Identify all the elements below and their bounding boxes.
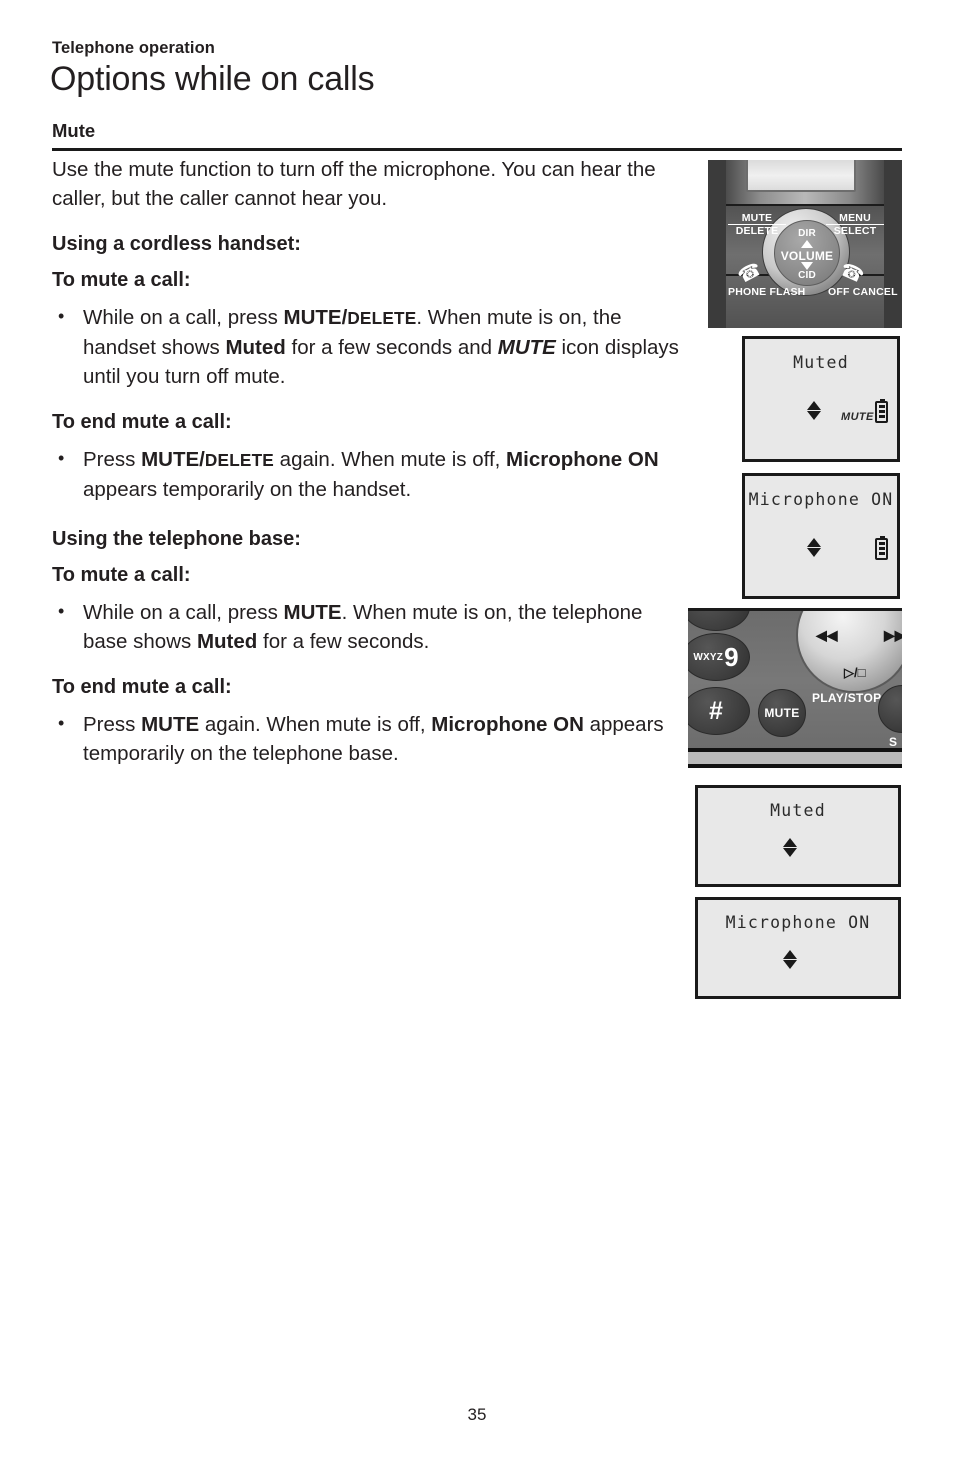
down-arrow-icon: [807, 411, 821, 420]
bullet-mute-base: While on a call, press MUTE. When mute i…: [52, 597, 692, 656]
running-head: Telephone operation: [52, 39, 215, 57]
up-arrow-icon: [783, 838, 797, 847]
label-line: DELETE: [735, 225, 779, 237]
fast-forward-icon: ▶▶: [884, 627, 902, 643]
bullet-text-part: While on a call, press: [83, 601, 284, 624]
bullet-text-part: Press: [83, 713, 142, 736]
label-line: FLASH: [769, 286, 806, 298]
screen-mute-indicator: MUTE: [841, 411, 874, 423]
page-title: Options while on calls: [50, 60, 375, 98]
handset-phone-flash-key-label: PHONE FLASH: [728, 286, 805, 298]
battery-icon: [875, 536, 888, 560]
cordless-handset-illustration: DIR VOLUME CID MUTE DELETE MENU SELECT ☎…: [708, 160, 902, 328]
play-stop-icon: ▷/□: [844, 665, 866, 680]
subhead-using-cordless-handset: Using a cordless handset:: [52, 233, 301, 255]
bullet-text-part: for a few seconds.: [257, 630, 430, 653]
display-word-microphone-on: Microphone ON: [431, 713, 584, 736]
key-mute-delete-small: DELETE: [204, 450, 274, 470]
bullet-mute-handset: While on a call, press MUTE/DELETE. When…: [52, 302, 692, 391]
up-arrow-icon: [807, 401, 821, 410]
screen-scroll-arrows-icon: [783, 950, 797, 969]
key-letters: WXYZ: [693, 651, 724, 663]
key-mute: MUTE: [141, 713, 200, 736]
down-arrow-icon: [783, 960, 797, 969]
screen-base-muted: Muted: [695, 785, 901, 887]
display-word-muted: Muted: [196, 630, 258, 653]
section-heading-mute: Mute: [52, 120, 96, 141]
bullet-text-part: for a few seconds and: [285, 336, 498, 359]
base-bottom-band: [688, 748, 902, 768]
up-arrow-icon: [783, 950, 797, 959]
label-line: OFF: [828, 286, 850, 298]
down-arrow-icon: [783, 848, 797, 857]
base-repeat-label: REPEAT: [780, 608, 792, 609]
handset-screen-partial: [746, 160, 856, 192]
display-word-muted: Muted: [225, 336, 286, 359]
screen-handset-muted: Muted MUTE: [742, 336, 900, 462]
bullet-text-part: appears temporarily on the handset.: [83, 478, 412, 501]
telephone-base-illustration: WXYZ9 # MUTE REPEAT ◀◀ ▶▶ ▷/□ PLAY/STOP …: [688, 608, 902, 766]
key-mute-delete-main: MUTE/: [283, 306, 348, 329]
label-line: MUTE: [728, 212, 786, 225]
screen-base-microphone-on: Microphone ON: [695, 897, 901, 999]
rewind-icon: ◀◀: [816, 627, 838, 643]
subhead-to-mute-a-call-handset: To mute a call:: [52, 269, 191, 291]
bullet-text-part: While on a call, press: [83, 306, 284, 329]
bullet-text-part: again. When mute is off,: [199, 713, 432, 736]
screen-text: Microphone ON: [725, 913, 871, 932]
key-label: MUTE: [764, 706, 800, 720]
subhead-using-telephone-base: Using the telephone base:: [52, 528, 301, 550]
down-arrow-icon: [807, 548, 821, 557]
base-play-stop-label: PLAY/STOP: [812, 691, 882, 705]
handset-menu-select-key-label: MENU SELECT: [826, 212, 884, 237]
key-mute-delete-small: DELETE: [347, 308, 417, 328]
page-number: 35: [467, 1405, 487, 1424]
label-line: PHONE: [728, 286, 767, 298]
intro-paragraph: Use the mute function to turn off the mi…: [52, 158, 656, 210]
handset-mute-delete-key-label: MUTE DELETE: [728, 212, 786, 237]
key-symbol: #: [709, 696, 723, 725]
bullet-text-part: again. When mute is off,: [273, 448, 507, 471]
base-partial-key-label: S: [889, 735, 898, 749]
icon-word-mute: MUTE: [497, 336, 556, 359]
key-mute: MUTE: [283, 601, 342, 624]
bullet-end-mute-base: Press MUTE again. When mute is off, Micr…: [52, 709, 692, 768]
screen-text: Muted: [793, 353, 849, 372]
subhead-to-end-mute-handset: To end mute a call:: [52, 411, 232, 433]
nav-down-arrow-icon: [801, 262, 813, 270]
up-arrow-icon: [807, 538, 821, 547]
screen-scroll-arrows-icon: [807, 538, 821, 557]
nav-cid-label: CID: [798, 270, 816, 281]
manual-page: Telephone operation Options while on cal…: [0, 0, 954, 1472]
subhead-to-end-mute-base: To end mute a call:: [52, 676, 232, 698]
screen-scroll-arrows-icon: [783, 838, 797, 857]
display-word-microphone-on: Microphone ON: [506, 448, 659, 471]
bullet-end-mute-handset: Press MUTE/DELETE again. When mute is of…: [52, 444, 692, 504]
key-number: 9: [724, 641, 739, 672]
nav-volume-label: VOLUME: [780, 249, 834, 263]
subhead-to-mute-a-call-base: To mute a call:: [52, 564, 191, 586]
header-divider: [52, 148, 902, 151]
label-line: CANCEL: [852, 286, 898, 298]
screen-text: Microphone ON: [748, 490, 894, 509]
label-line: SELECT: [833, 225, 877, 237]
screen-handset-microphone-on: Microphone ON: [742, 473, 900, 599]
battery-icon: [875, 399, 888, 423]
body-text-column: Use the mute function to turn off the mi…: [52, 155, 692, 786]
bullet-text-part: Press: [83, 448, 142, 471]
nav-up-arrow-icon: [801, 240, 813, 248]
handset-off-cancel-key-label: OFF CANCEL: [828, 286, 897, 298]
screen-text: Muted: [770, 801, 826, 820]
key-mute-delete-main: MUTE/: [141, 448, 205, 471]
screen-scroll-arrows-icon: [807, 401, 821, 420]
label-line: MENU: [826, 212, 884, 225]
base-key-mute: MUTE: [758, 689, 806, 737]
